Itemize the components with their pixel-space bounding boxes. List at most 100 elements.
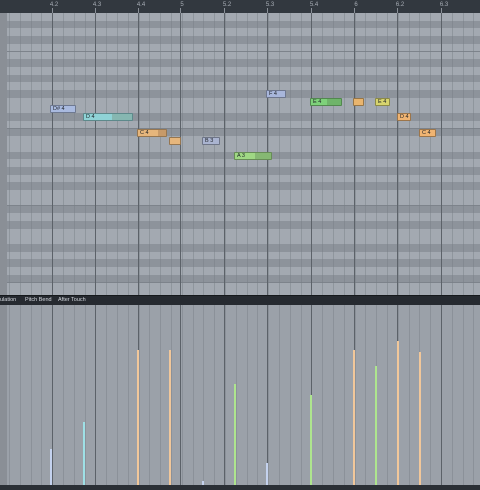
- gridline: [236, 305, 237, 485]
- ruler-tick: 5: [180, 2, 184, 8]
- gridline: [85, 13, 86, 295]
- velocity-stem[interactable]: [397, 341, 399, 485]
- gridline: [31, 13, 32, 295]
- gridline: [257, 305, 258, 485]
- gridline: [171, 305, 172, 485]
- piano-roll-grid[interactable]: D# 4 D 4 C 4 B 3 A 3 F 4 E 4 E 4 D 4 C 4: [7, 13, 480, 295]
- gridline: [430, 305, 431, 485]
- midi-note[interactable]: D 4: [83, 113, 133, 121]
- gridline: [74, 305, 75, 485]
- bar-line: [52, 13, 53, 295]
- gridline: [344, 305, 345, 485]
- bar-line: [52, 305, 53, 485]
- gridline: [41, 13, 42, 295]
- midi-note[interactable]: [169, 137, 181, 145]
- velocity-stem[interactable]: [137, 350, 139, 485]
- tab-after-touch[interactable]: After Touch: [58, 297, 86, 303]
- gridline: [182, 305, 183, 485]
- velocity-stem[interactable]: [83, 422, 85, 485]
- bar-line: [95, 13, 96, 295]
- bar-line: [354, 13, 355, 295]
- note-label: C 4: [422, 130, 431, 136]
- gridline: [463, 305, 464, 485]
- bar-line: [224, 305, 225, 485]
- midi-note[interactable]: C 4: [137, 129, 167, 137]
- gridline: [247, 305, 248, 485]
- gridline: [301, 305, 302, 485]
- gridline: [333, 305, 334, 485]
- gridline: [160, 13, 161, 295]
- gridline: [203, 305, 204, 485]
- midi-note[interactable]: B 3: [202, 137, 220, 145]
- gridline: [20, 13, 21, 295]
- gridline: [149, 13, 150, 295]
- gridline: [85, 305, 86, 485]
- midi-note[interactable]: A 3: [234, 152, 272, 160]
- ruler-tick: 6: [354, 2, 358, 8]
- gridline: [214, 305, 215, 485]
- gridline: [128, 13, 129, 295]
- ruler-tick: 6.2: [395, 2, 405, 8]
- gridline: [225, 13, 226, 295]
- gridline: [387, 305, 388, 485]
- gridline: [333, 13, 334, 295]
- velocity-lane[interactable]: [7, 305, 480, 485]
- gridline: [301, 13, 302, 295]
- bar-line: [180, 13, 181, 295]
- note-label: B 3: [205, 138, 214, 144]
- bar-line: [311, 13, 312, 295]
- bar-line: [95, 305, 96, 485]
- midi-note[interactable]: [353, 98, 364, 106]
- tab-modulation[interactable]: ulation: [0, 297, 16, 303]
- gridline: [409, 13, 410, 295]
- note-label: A 3: [237, 153, 245, 159]
- midi-note[interactable]: E 4: [310, 98, 342, 106]
- bottom-scrollbar[interactable]: [0, 485, 480, 490]
- bar-line: [441, 13, 442, 295]
- bar-line: [397, 13, 398, 295]
- midi-note[interactable]: F 4: [266, 90, 286, 98]
- gridline: [63, 305, 64, 485]
- ruler-tick: 5.4: [309, 2, 319, 8]
- velocity-stem[interactable]: [169, 350, 171, 485]
- gridline: [63, 13, 64, 295]
- gridline: [419, 13, 420, 295]
- velocity-stem[interactable]: [353, 350, 355, 485]
- gridline: [473, 305, 474, 485]
- gridline: [409, 305, 410, 485]
- gridline: [139, 305, 140, 485]
- ruler-tick: 5.2: [222, 2, 232, 8]
- velocity-stem[interactable]: [50, 449, 52, 485]
- note-label: D 4: [86, 114, 95, 120]
- gridline: [322, 13, 323, 295]
- gridline: [376, 13, 377, 295]
- gridline: [225, 305, 226, 485]
- velocity-stem[interactable]: [375, 366, 377, 485]
- velocity-stem[interactable]: [310, 395, 312, 485]
- gridline: [193, 13, 194, 295]
- gridline: [430, 13, 431, 295]
- note-label: D 4: [400, 114, 409, 120]
- velocity-stem[interactable]: [419, 352, 421, 485]
- gridline: [128, 305, 129, 485]
- midi-note[interactable]: D# 4: [50, 105, 76, 113]
- tab-pitch-bend[interactable]: Pitch Bend: [25, 297, 52, 303]
- midi-note[interactable]: E 4: [375, 98, 390, 106]
- midi-note[interactable]: D 4: [397, 113, 411, 121]
- time-ruler[interactable]: 4.2 4.3 4.4 5 5.2 5.3 5.4 6 6.2 6.3: [0, 0, 480, 14]
- gridline: [290, 305, 291, 485]
- gridline: [117, 305, 118, 485]
- gridline: [452, 13, 453, 295]
- velocity-stem[interactable]: [234, 384, 236, 485]
- bar-line: [267, 305, 268, 485]
- gridline: [139, 13, 140, 295]
- bar-line: [224, 13, 225, 295]
- ruler-tick: 6.3: [439, 2, 449, 8]
- gridline: [290, 13, 291, 295]
- midi-note[interactable]: C 4: [419, 129, 436, 137]
- velocity-stem[interactable]: [266, 463, 268, 485]
- gridline: [117, 13, 118, 295]
- ruler-tick: 4.2: [49, 2, 59, 8]
- gridline: [9, 13, 10, 295]
- gridline: [74, 13, 75, 295]
